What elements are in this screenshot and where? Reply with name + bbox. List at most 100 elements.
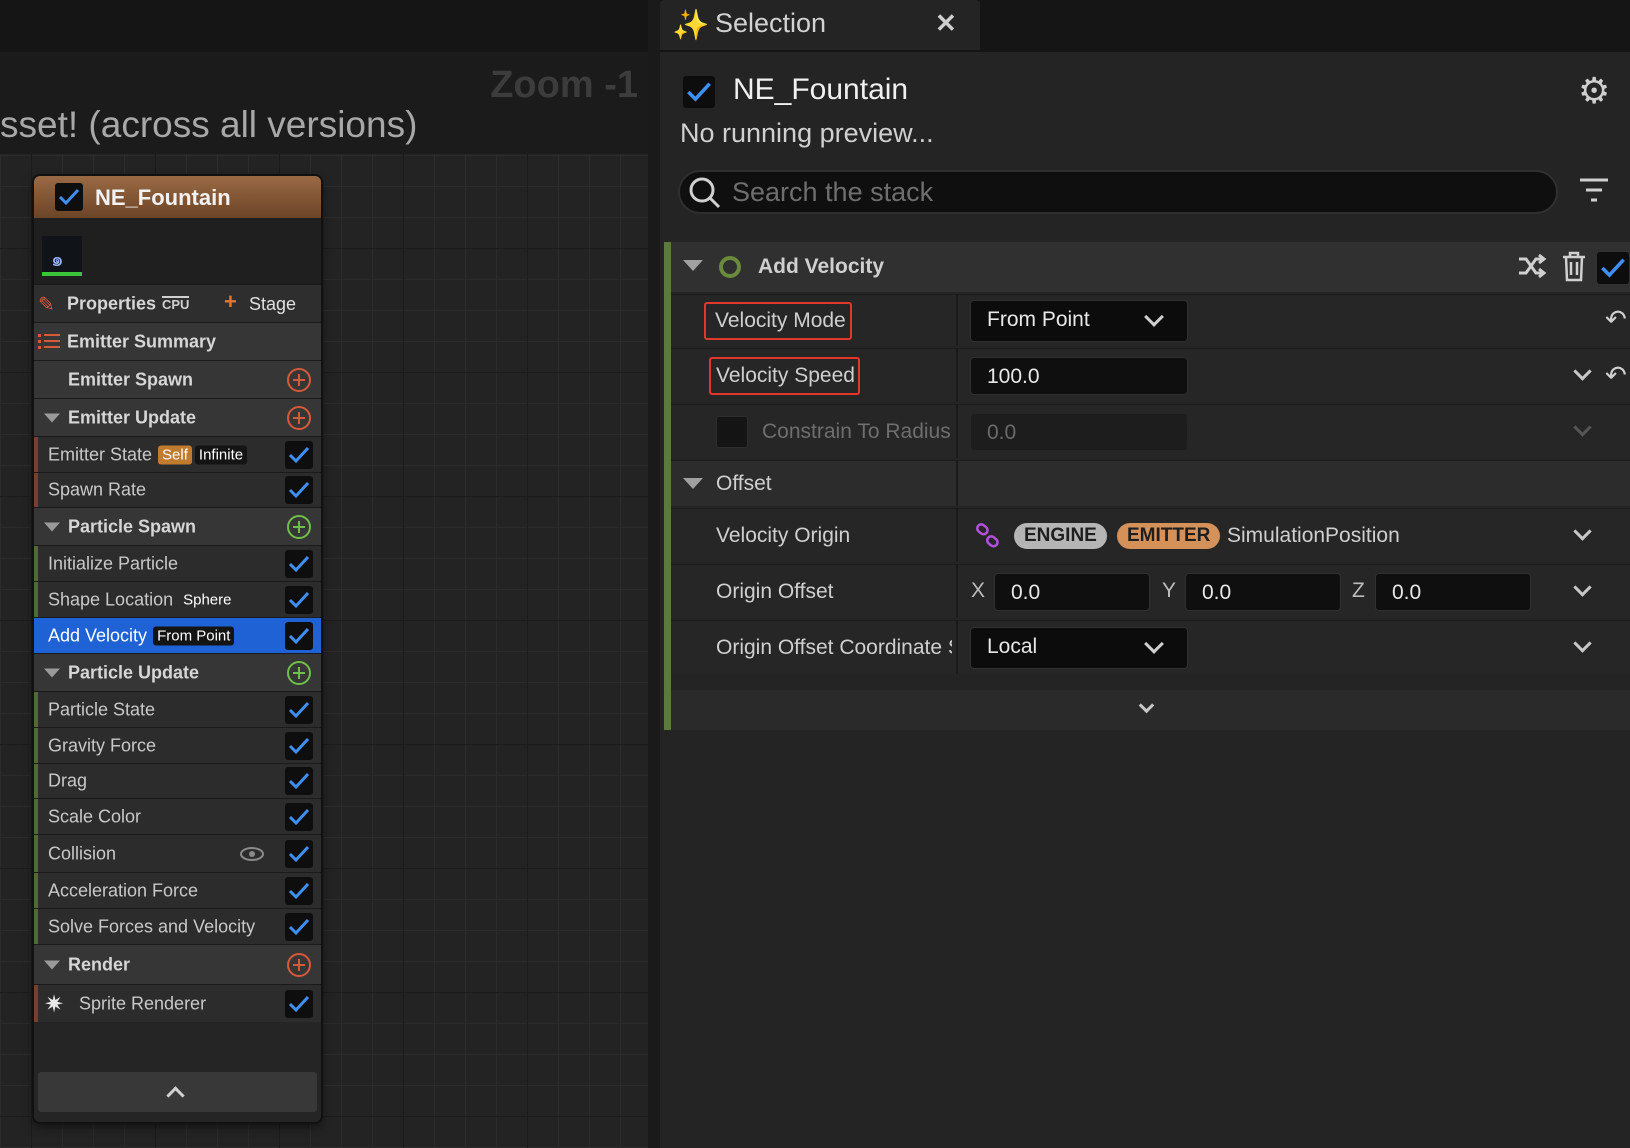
particle-spawn-row[interactable]: Particle Spawn: [34, 507, 321, 545]
add-module-particle-spawn-icon[interactable]: [287, 514, 311, 539]
module-row-solve-forces[interactable]: Solve Forces and Velocity: [34, 908, 321, 944]
module-enable-checkbox[interactable]: [285, 549, 313, 578]
add-module-emitter-update-icon[interactable]: [287, 405, 311, 430]
module-enable-checkbox[interactable]: [285, 989, 313, 1018]
chevron-down-icon[interactable]: [1573, 522, 1592, 541]
emitter-thumbnail[interactable]: ๑: [42, 236, 82, 276]
module-row-emitter-state[interactable]: Emitter State Self Infinite: [34, 436, 321, 472]
chevron-down-icon[interactable]: [1573, 362, 1592, 381]
collapse-triangle-icon[interactable]: [683, 478, 703, 489]
origin-offset-z-input[interactable]: 0.0: [1375, 573, 1531, 611]
emitter-enabled-checkbox[interactable]: [683, 76, 715, 108]
origin-offset-x-input[interactable]: 0.0: [994, 573, 1150, 611]
coordinate-space-dropdown[interactable]: Local: [970, 627, 1188, 669]
constrain-checkbox[interactable]: [716, 416, 748, 448]
collapse-triangle-icon[interactable]: [44, 413, 60, 422]
check-icon: [58, 188, 80, 206]
module-color-edge: [664, 242, 671, 730]
eye-icon[interactable]: [240, 847, 264, 861]
param-row-velocity-mode[interactable]: Velocity Mode From Point ↶: [671, 294, 1630, 346]
module-enable-checkbox[interactable]: [285, 695, 313, 724]
module-enable-checkbox[interactable]: [285, 731, 313, 760]
module-enable-checkbox[interactable]: [285, 440, 313, 469]
module-enable-checkbox[interactable]: [285, 585, 313, 614]
collapse-triangle-icon[interactable]: [683, 260, 703, 271]
emitter-enable-checkbox[interactable]: [55, 183, 83, 211]
check-icon: [687, 82, 711, 102]
add-module-emitter-spawn-icon[interactable]: [287, 367, 311, 392]
trash-icon[interactable]: [1561, 250, 1587, 282]
render-row[interactable]: Render: [34, 944, 321, 984]
module-row-initialize-particle[interactable]: Initialize Particle: [34, 545, 321, 581]
emitter-node[interactable]: NE_Fountain ๑ ✎ Properties CPU + Stage E…: [34, 176, 321, 1122]
chevron-down-icon[interactable]: [1138, 697, 1155, 714]
collapse-triangle-icon[interactable]: [44, 960, 60, 969]
param-row-constrain-radius[interactable]: Constrain To Radius 0.0: [671, 404, 1630, 458]
field-value: 100.0: [987, 365, 1040, 388]
module-row-sprite-renderer[interactable]: ✷ Sprite Renderer: [34, 984, 321, 1022]
collapse-triangle-icon[interactable]: [44, 668, 60, 677]
module-enable-checkbox[interactable]: [285, 802, 313, 831]
add-renderer-icon[interactable]: [287, 952, 311, 977]
reset-arrow-icon[interactable]: ↶: [1605, 360, 1627, 391]
emitter-update-label: Emitter Update: [68, 407, 197, 427]
module-row-particle-state[interactable]: Particle State: [34, 691, 321, 727]
module-row-shape-location[interactable]: Shape Location Sphere: [34, 581, 321, 617]
module-label: Drag: [48, 770, 88, 791]
category-row-offset[interactable]: Offset: [671, 460, 1630, 506]
module-header-add-velocity[interactable]: Add Velocity: [671, 242, 1630, 292]
module-label: Particle State: [48, 699, 156, 719]
module-row-acceleration-force[interactable]: Acceleration Force: [34, 872, 321, 908]
origin-offset-y-input[interactable]: 0.0: [1185, 573, 1341, 611]
module-enable-checkbox[interactable]: [285, 476, 313, 504]
tab-selection[interactable]: ✨ Selection ✕: [660, 0, 980, 50]
check-icon: [288, 591, 310, 608]
module-row-collision[interactable]: Collision: [34, 834, 321, 872]
emitter-node-header[interactable]: NE_Fountain: [34, 176, 321, 218]
module-enable-checkbox[interactable]: [285, 839, 313, 868]
add-stage-button[interactable]: Stage: [249, 294, 296, 315]
module-enable-checkbox[interactable]: [285, 767, 313, 795]
filter-icon[interactable]: [1578, 176, 1610, 204]
panel-splitter[interactable]: [648, 0, 660, 1148]
properties-row[interactable]: ✎ Properties CPU + Stage: [34, 284, 321, 322]
emitter-node-title: NE_Fountain: [95, 185, 231, 210]
emitter-spawn-row[interactable]: Emitter Spawn: [34, 360, 321, 398]
emitter-update-row[interactable]: Emitter Update: [34, 398, 321, 436]
module-enable-checkbox[interactable]: [285, 912, 313, 941]
param-row-origin-offset[interactable]: Origin Offset X 0.0 Y 0.0 Z 0.0: [671, 564, 1630, 618]
module-row-gravity-force[interactable]: Gravity Force: [34, 727, 321, 763]
module-enabled-checkbox[interactable]: [1597, 252, 1629, 284]
stack-search[interactable]: [678, 170, 1558, 214]
collapse-triangle-icon[interactable]: [44, 522, 60, 531]
list-icon: [38, 334, 60, 349]
param-row-origin-coordinate-space[interactable]: Origin Offset Coordinate Space Local: [671, 620, 1630, 674]
search-input[interactable]: [732, 174, 1532, 210]
check-icon: [288, 772, 310, 790]
param-row-velocity-speed[interactable]: Velocity Speed 100.0 ↶: [671, 348, 1630, 402]
module-row-spawn-rate[interactable]: Spawn Rate: [34, 472, 321, 507]
param-row-velocity-origin[interactable]: Velocity Origin ENGINE EMITTER Simulatio…: [671, 508, 1630, 562]
show-advanced-row[interactable]: [671, 690, 1630, 730]
module-row-add-velocity[interactable]: Add Velocity From Point: [34, 617, 321, 653]
chevron-down-icon[interactable]: [1573, 578, 1592, 597]
gear-icon[interactable]: ⚙: [1578, 70, 1610, 112]
add-module-particle-update-icon[interactable]: [287, 660, 311, 685]
module-row-drag[interactable]: Drag: [34, 763, 321, 798]
shuffle-icon[interactable]: [1517, 252, 1547, 280]
module-row-scale-color[interactable]: Scale Color: [34, 798, 321, 834]
chevron-down-icon[interactable]: [1573, 634, 1592, 653]
module-enable-checkbox[interactable]: [285, 876, 313, 905]
reset-arrow-icon[interactable]: ↶: [1605, 304, 1627, 335]
graph-canvas[interactable]: Zoom -1 sset! (across all versions) NE_F…: [0, 0, 650, 1148]
module-enable-checkbox[interactable]: [285, 621, 313, 650]
close-icon[interactable]: ✕: [935, 8, 957, 39]
particle-update-row[interactable]: Particle Update: [34, 653, 321, 691]
link-icon[interactable]: [975, 523, 1001, 549]
add-stage-icon[interactable]: +: [224, 289, 237, 315]
collapse-node-button[interactable]: [38, 1072, 317, 1112]
velocity-speed-input[interactable]: 100.0: [970, 357, 1188, 395]
emitter-summary-row[interactable]: Emitter Summary: [34, 322, 321, 360]
field-value: 0.0: [1011, 581, 1041, 604]
velocity-mode-dropdown[interactable]: From Point: [970, 300, 1188, 342]
